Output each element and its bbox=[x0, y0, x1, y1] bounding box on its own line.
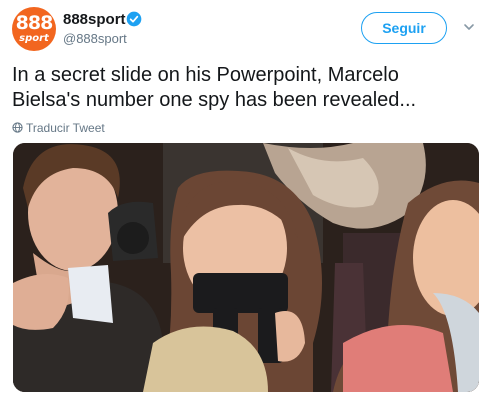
globe-icon bbox=[12, 122, 23, 133]
tweet-header: 888 sport 888sport @888sport Seguir bbox=[0, 0, 493, 58]
avatar-logo-sub: sport bbox=[19, 33, 49, 44]
avatar[interactable]: 888 sport bbox=[12, 7, 56, 51]
tweet-photo[interactable] bbox=[13, 143, 479, 392]
tweet-text-line: In a secret slide on his Powerpoint, Mar… bbox=[12, 64, 399, 86]
verified-badge-icon bbox=[126, 11, 142, 27]
photo-crowd-scene bbox=[13, 143, 479, 392]
avatar-logo-main: 888 bbox=[15, 12, 54, 34]
tweet-text-line: Bielsa's number one spy has been reveale… bbox=[12, 89, 417, 111]
author-name[interactable]: 888sport bbox=[63, 11, 126, 28]
tweet-text: In a secret slide on his Powerpoint, Mar… bbox=[12, 63, 482, 113]
chevron-down-icon[interactable] bbox=[463, 21, 475, 33]
translate-tweet-label: Traducir Tweet bbox=[26, 121, 105, 135]
follow-button[interactable]: Seguir bbox=[361, 12, 447, 44]
author-handle[interactable]: @888sport bbox=[63, 31, 127, 46]
